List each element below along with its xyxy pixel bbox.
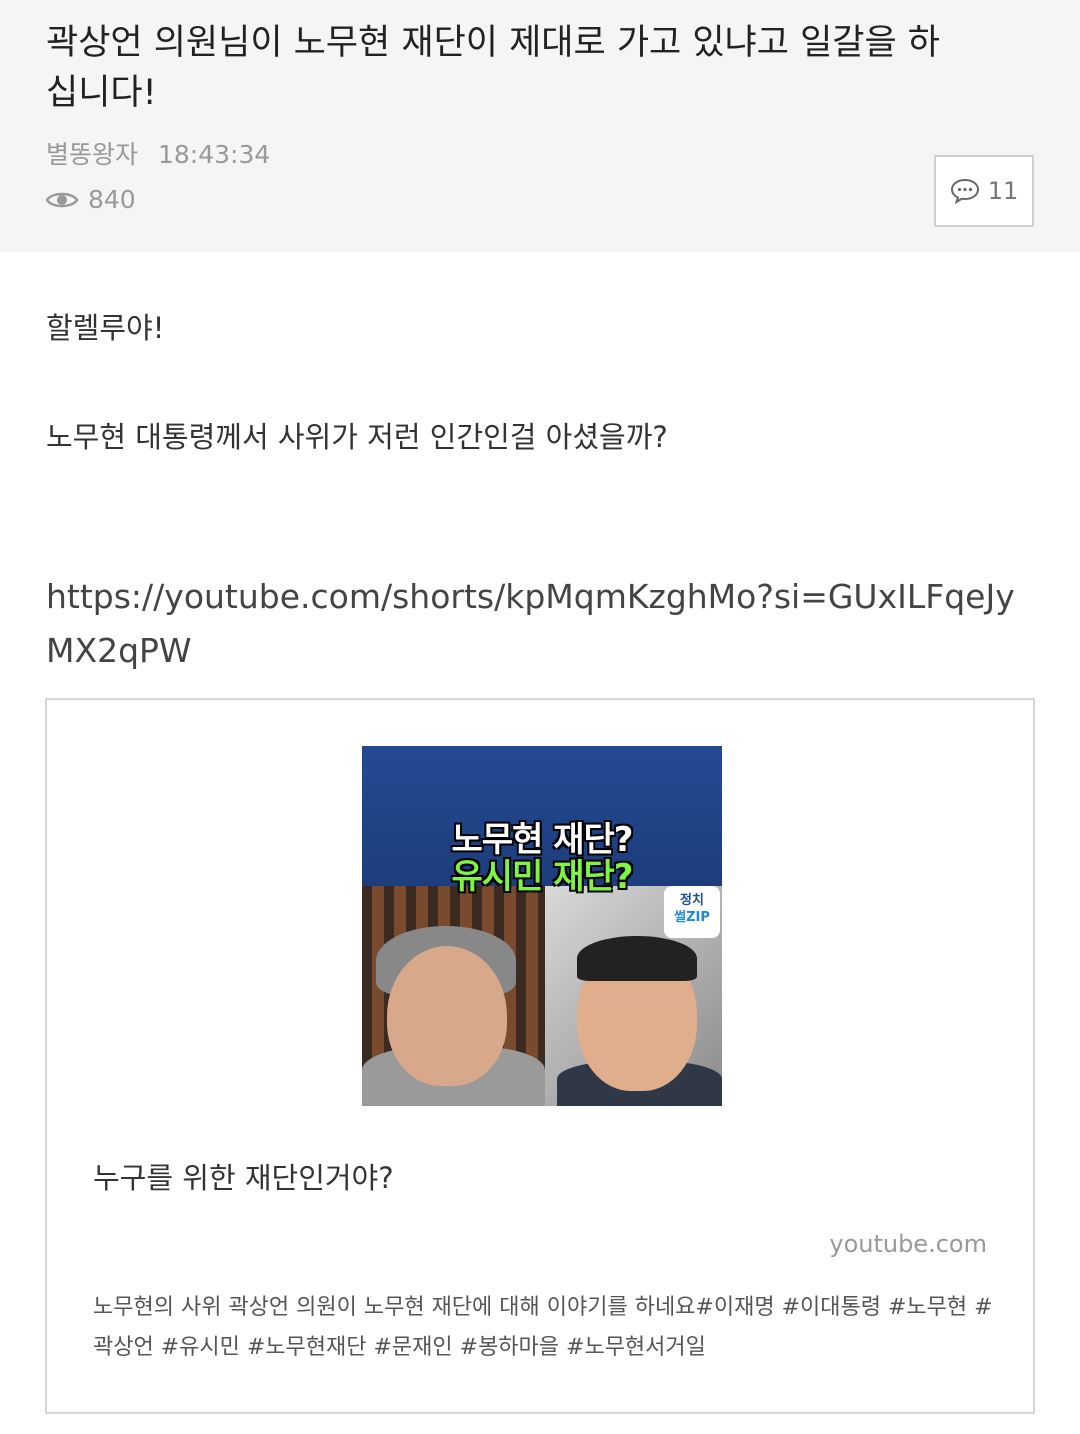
comments-button[interactable]: 11	[934, 155, 1034, 227]
link-preview-card[interactable]: 노무현 재단? 유시민 재단? 정치 썰ZIP 누구를 위한 재단인거야? yo…	[45, 698, 1035, 1414]
thumbnail-person-left-face	[387, 946, 507, 1086]
view-count-value: 840	[88, 185, 136, 214]
post-body-line: 할렐루야!	[46, 311, 165, 345]
thumbnail-person-right-hair	[577, 936, 697, 981]
author-name[interactable]: 별똥왕자	[46, 140, 138, 169]
comment-icon	[950, 178, 979, 204]
preview-description: 노무현의 사위 곽상언 의원이 노무현 재단에 대해 이야기를 하네요#이재명 …	[93, 1295, 993, 1360]
badge-line-2: 썰ZIP	[674, 910, 710, 925]
video-thumbnail[interactable]: 노무현 재단? 유시민 재단? 정치 썰ZIP	[362, 746, 722, 1106]
post-meta: 별똥왕자 18:43:34	[46, 135, 270, 171]
post-time: 18:43:34	[157, 140, 271, 169]
comment-count: 11	[987, 177, 1019, 205]
eye-icon	[46, 192, 78, 207]
view-count: 840	[46, 185, 136, 214]
preview-title[interactable]: 누구를 위한 재단인거야?	[93, 1155, 394, 1197]
post-body-line: 노무현 대통령께서 사위가 저런 인간인걸 아셨을까?	[46, 420, 668, 454]
channel-logo-badge: 정치 썰ZIP	[664, 886, 720, 938]
post-title: 곽상언 의원님이 노무현 재단이 제대로 가고 있냐고 일갈을 하십니다!	[46, 23, 941, 113]
youtube-link[interactable]: https://youtube.com/shorts/kpMqmKzghMo?s…	[46, 570, 1036, 678]
badge-line-1: 정치	[680, 893, 704, 908]
post-header: 곽상언 의원님이 노무현 재단이 제대로 가고 있냐고 일갈을 하십니다! 별똥…	[0, 0, 1080, 252]
preview-domain: youtube.com	[829, 1230, 987, 1258]
